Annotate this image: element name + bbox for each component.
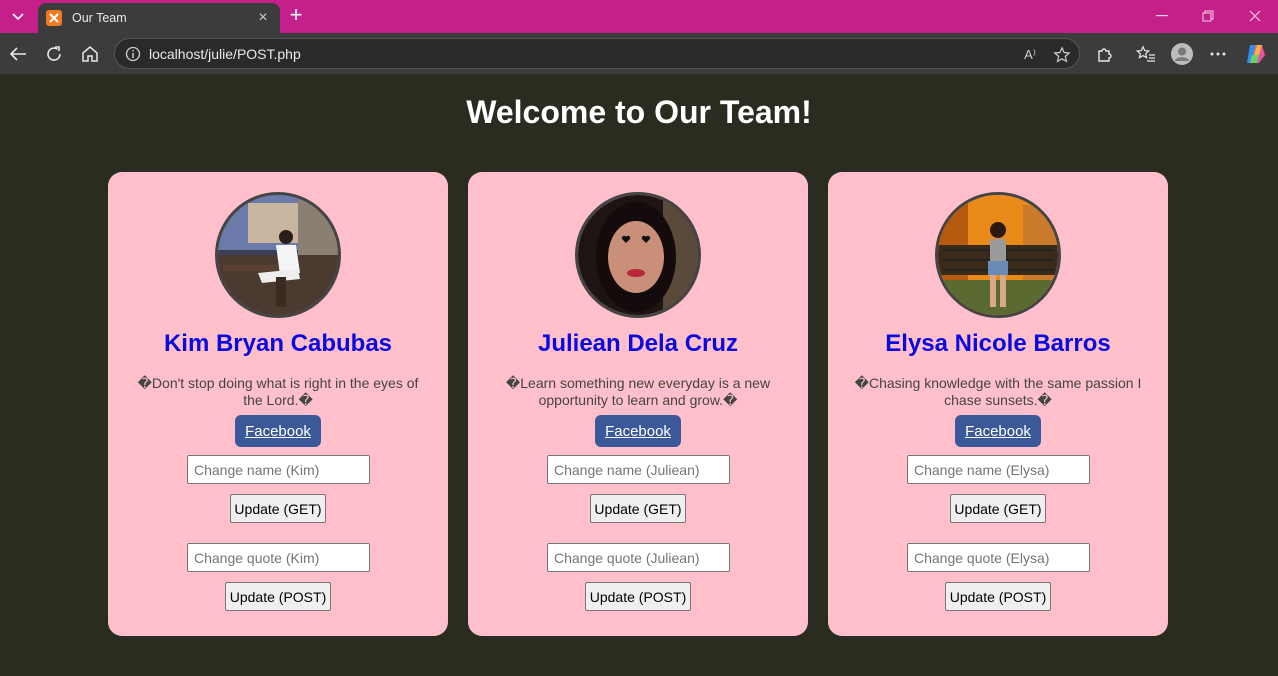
restore-icon (1202, 10, 1214, 22)
team-card-kim: Kim Bryan Cabubas �Don't stop doing what… (108, 172, 448, 636)
browser-titlebar: Our Team × + (0, 0, 1278, 33)
more-dots-icon (1210, 52, 1226, 56)
page-title: Welcome to Our Team! (466, 94, 812, 130)
member-quote: �Chasing knowledge with the same passion… (854, 375, 1142, 408)
close-window-button[interactable] (1240, 6, 1270, 26)
change-quote-input[interactable] (907, 543, 1090, 572)
change-name-input[interactable] (187, 455, 370, 484)
home-icon (82, 46, 98, 62)
profile-avatar-icon (1171, 43, 1193, 65)
update-get-button[interactable]: Update (GET) (230, 494, 326, 523)
reload-button[interactable] (41, 41, 67, 67)
member-quote: �Don't stop doing what is right in the e… (137, 375, 419, 408)
favorite-star-button[interactable] (1052, 45, 1072, 65)
avatar-juliean (575, 192, 701, 318)
home-button[interactable] (77, 41, 103, 67)
favorites-list-icon (1136, 45, 1155, 62)
profile-photo-elysa (938, 195, 1058, 315)
read-aloud-icon[interactable]: A⁾ (1020, 45, 1040, 65)
tab-title: Our Team (72, 11, 127, 25)
reload-icon (47, 46, 61, 61)
page-viewport: Welcome to Our Team! Kim Bryan Cabubas �… (3, 74, 1275, 676)
back-button[interactable] (5, 41, 31, 67)
team-card-juliean: Juliean Dela Cruz �Learn something new e… (468, 172, 808, 636)
address-url[interactable]: localhost/julie/POST.php (149, 46, 301, 62)
favorites-button[interactable] (1133, 41, 1159, 67)
member-name: Juliean Dela Cruz (537, 330, 739, 357)
facebook-button[interactable]: Facebook (235, 415, 321, 447)
minimize-button[interactable] (1147, 6, 1177, 26)
change-name-input[interactable] (907, 455, 1090, 484)
browser-toolbar: localhost/julie/POST.php A⁾ (0, 33, 1278, 74)
copilot-icon (1247, 45, 1265, 63)
extensions-button[interactable] (1092, 41, 1118, 67)
update-get-button[interactable]: Update (GET) (590, 494, 686, 523)
avatar-elysa (935, 192, 1061, 318)
minimize-icon (1156, 15, 1168, 17)
new-tab-button[interactable]: + (284, 4, 308, 28)
puzzle-piece-icon (1098, 48, 1112, 62)
change-quote-input[interactable] (547, 543, 730, 572)
site-info-icon[interactable] (125, 46, 141, 62)
change-quote-input[interactable] (187, 543, 370, 572)
tab-close-icon[interactable]: × (254, 9, 272, 27)
tab-our-team[interactable]: Our Team × (38, 3, 280, 33)
member-name: Elysa Nicole Barros (885, 330, 1111, 357)
member-name: Kim Bryan Cabubas (163, 330, 393, 357)
xampp-favicon-icon (46, 10, 62, 26)
copilot-button[interactable] (1243, 41, 1269, 67)
avatar-kim (215, 192, 341, 318)
facebook-button[interactable]: Facebook (955, 415, 1041, 447)
star-icon (1053, 46, 1071, 63)
restore-button[interactable] (1193, 6, 1223, 26)
settings-more-button[interactable] (1205, 41, 1231, 67)
update-post-button[interactable]: Update (POST) (585, 582, 691, 611)
tab-actions-menu-button[interactable] (6, 5, 30, 29)
chevron-down-icon (12, 13, 24, 21)
update-post-button[interactable]: Update (POST) (945, 582, 1051, 611)
profile-photo-juliean (578, 195, 698, 315)
close-icon (1249, 10, 1261, 22)
profile-photo-kim (218, 195, 338, 315)
member-quote: �Learn something new everyday is a new o… (505, 375, 771, 408)
update-post-button[interactable]: Update (POST) (225, 582, 331, 611)
back-arrow-icon (9, 47, 26, 61)
change-name-input[interactable] (547, 455, 730, 484)
facebook-button[interactable]: Facebook (595, 415, 681, 447)
address-bar[interactable]: localhost/julie/POST.php A⁾ (114, 38, 1080, 69)
profile-button[interactable] (1169, 41, 1195, 67)
team-card-elysa: Elysa Nicole Barros �Chasing knowledge w… (828, 172, 1168, 636)
update-get-button[interactable]: Update (GET) (950, 494, 1046, 523)
